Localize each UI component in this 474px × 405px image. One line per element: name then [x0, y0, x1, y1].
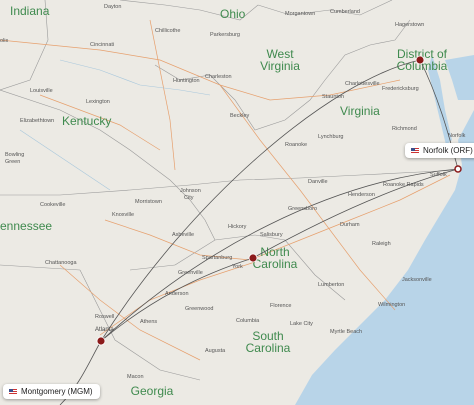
city-label: Durham [340, 222, 360, 228]
washington-stop-marker[interactable] [415, 55, 425, 65]
city-label: City [184, 195, 194, 201]
state-label-kentucky: Kentucky [62, 114, 111, 128]
origin-name: Montgomery (MGM) [21, 387, 93, 396]
city-label: Cookeville [40, 202, 65, 208]
city-label: Salisbury [260, 232, 283, 238]
city-label: Cumberland [330, 9, 360, 15]
state-label-tennessee: ennessee [0, 219, 52, 233]
charlotte-stop-marker[interactable] [248, 253, 258, 263]
city-label: Florence [270, 303, 291, 309]
city-label: Anderson [165, 291, 189, 297]
city-label: Roswell [95, 314, 114, 320]
city-label: Augusta [205, 348, 226, 354]
city-label: Asheville [172, 232, 194, 238]
state-label-west-virginia-2: Virginia [260, 59, 300, 73]
city-label: Norfolk [448, 133, 466, 139]
city-label: Athens [140, 319, 157, 325]
destination-name: Norfolk (ORF) [423, 146, 473, 155]
state-label-indiana: Indiana [10, 4, 50, 18]
city-label: Myrtle Beach [330, 329, 362, 335]
state-label-ohio: Ohio [220, 7, 246, 21]
city-label: Cincinnati [90, 42, 114, 48]
city-label: Knoxville [112, 212, 134, 218]
map-canvas: Indiana Ohio West Virginia Virginia Kent… [0, 0, 474, 405]
city-label: Charleston [205, 74, 232, 80]
origin-label[interactable]: Montgomery (MGM) [3, 384, 100, 399]
us-flag-icon [411, 148, 419, 153]
city-label: Lake City [290, 321, 313, 327]
city-label: Roanoke [285, 142, 307, 148]
city-label: Hagerstown [395, 22, 424, 28]
city-label: Louisville [30, 88, 53, 94]
us-flag-icon [9, 389, 17, 394]
city-label: Chillicothe [155, 28, 180, 34]
city-label: Jacksonville [402, 277, 432, 283]
city-label: Morgantown [285, 11, 315, 17]
city-label: Wilmington [378, 302, 405, 308]
city-label: Columbia [236, 318, 260, 324]
city-label: Greenwood [185, 306, 213, 312]
city-label: Elizabethtown [20, 118, 54, 124]
city-label: Charlottesville [345, 81, 380, 87]
city-label: Danville [308, 179, 328, 185]
map-view[interactable]: Indiana Ohio West Virginia Virginia Kent… [0, 0, 474, 405]
city-label: Dayton [104, 4, 121, 10]
city-label: Green [5, 159, 20, 165]
city-label: Lumberton [318, 282, 344, 288]
city-label: Parkersburg [210, 32, 240, 38]
destination-marker[interactable] [454, 165, 462, 173]
state-label-georgia: Georgia [131, 384, 174, 398]
state-label-virginia: Virginia [340, 104, 380, 118]
city-label: Johnson [180, 188, 201, 194]
city-label: Hickory [228, 224, 247, 230]
city-label: Fredericksburg [382, 86, 419, 92]
city-label: Chattanooga [45, 260, 77, 266]
city-label: Lexington [86, 99, 110, 105]
state-label-south-carolina-2: Carolina [246, 341, 291, 355]
city-label: Beckley [230, 113, 250, 119]
city-label: Henderson [348, 192, 375, 198]
city-label: Lynchburg [318, 134, 343, 140]
city-label: Raleigh [372, 241, 391, 247]
city-label: Bowling [5, 152, 24, 158]
city-label: Morristown [135, 199, 162, 205]
destination-label[interactable]: Norfolk (ORF) [405, 143, 474, 158]
state-label-north-carolina-2: Carolina [253, 257, 298, 271]
atlanta-stop-marker[interactable] [96, 336, 106, 346]
city-label: olis [0, 38, 9, 44]
city-label: Richmond [392, 126, 417, 132]
city-label: Macon [127, 374, 144, 380]
city-label: Huntington [173, 78, 200, 84]
